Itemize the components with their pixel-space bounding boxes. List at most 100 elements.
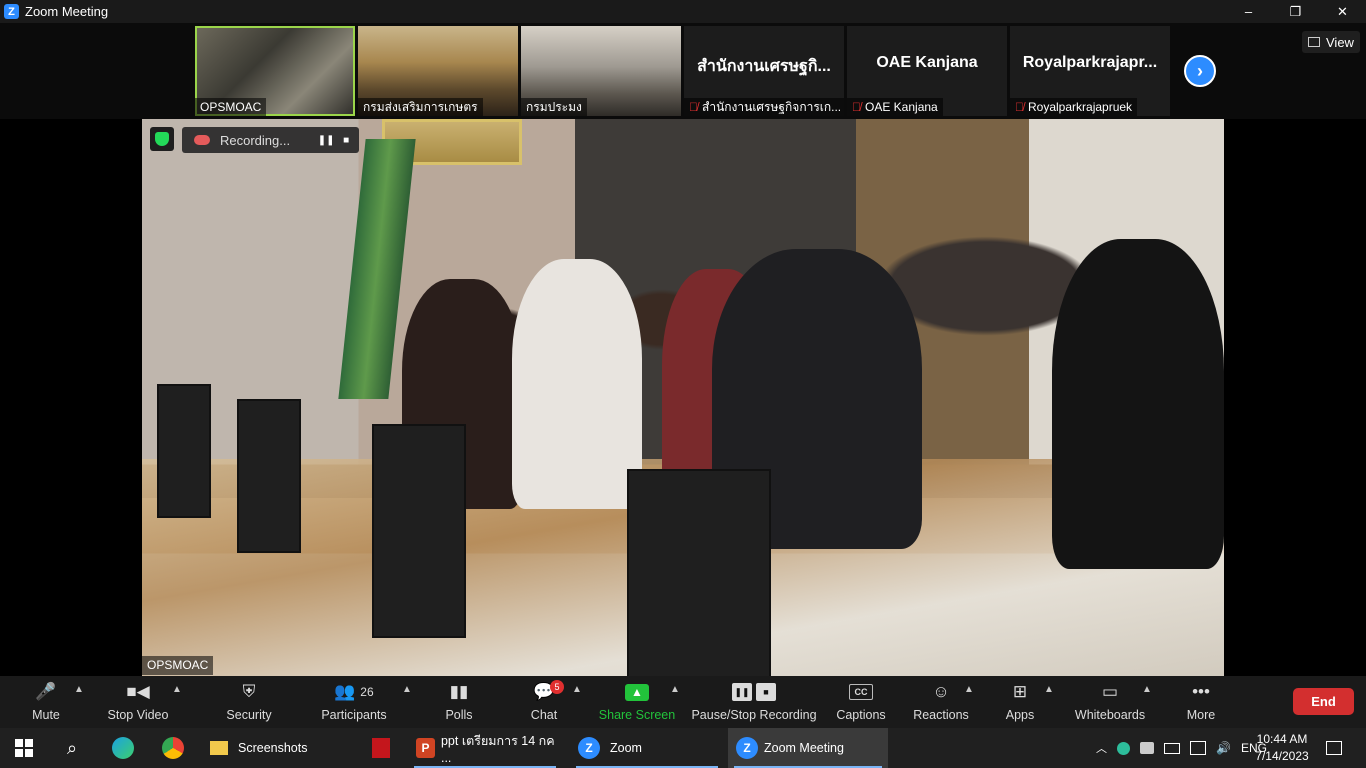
mic-muted-icon: 🎙̸ <box>689 100 698 114</box>
powerpoint-icon: P <box>416 738 435 758</box>
smiley-plus-icon: ☺ <box>932 682 950 701</box>
audio-options-caret-icon[interactable]: ▲ <box>74 684 84 695</box>
window-controls: – ❐ ✕ <box>1225 0 1366 23</box>
more-dots-icon: ••• <box>1192 682 1210 701</box>
apps-options-caret-icon[interactable]: ▲ <box>1044 684 1054 695</box>
video-options-caret-icon[interactable]: ▲ <box>172 684 182 695</box>
share-screen-button[interactable]: ▲ Share Screen <box>599 680 675 726</box>
security-button[interactable]: ⛨ Security <box>224 680 274 726</box>
tray-app-icon[interactable] <box>1117 741 1130 755</box>
participant-display-name: สำนักงานเศรษฐกิ... <box>697 58 831 75</box>
participant-name-bar: 🎙̸ OAE Kanjana <box>847 98 943 116</box>
chevron-up-icon[interactable]: ︿ <box>1096 740 1107 756</box>
view-button[interactable]: View <box>1302 31 1360 53</box>
clock-time: 10:44 AM <box>1256 732 1308 746</box>
mic-muted-icon: 🎙̸ <box>852 100 861 114</box>
microphone-icon: 🎤 <box>35 682 57 701</box>
participant-name: กรมส่งเสริมการเกษตร <box>358 98 483 116</box>
shield-icon: ⛨ <box>242 682 256 701</box>
windows-taskbar: ⌕ Screenshots P ppt เตรียมการ 14 กค ... … <box>0 728 1366 768</box>
stop-video-button[interactable]: ■◀ Stop Video <box>104 680 172 726</box>
view-label: View <box>1326 34 1354 50</box>
title-bar: Z Zoom Meeting – ❐ ✕ <box>0 0 1366 23</box>
chat-tray-icon[interactable] <box>1140 742 1154 754</box>
participant-figure <box>512 259 642 509</box>
stop-recording-icon[interactable]: ■ <box>336 130 356 150</box>
participant-display-name: OAE Kanjana <box>876 54 978 71</box>
participants-icon: 👥 <box>334 682 356 701</box>
participant-figure <box>1052 239 1224 569</box>
system-tray: ︿ 🔊 ENG <box>1096 728 1267 768</box>
pause-icon: ❚❚ <box>732 683 752 701</box>
zoom-icon: Z <box>736 737 758 759</box>
volume-icon[interactable]: 🔊 <box>1216 741 1231 755</box>
participant-strip: OPSMOAC กรมส่งเสริมการเกษตร กรมประมง สำน… <box>0 23 1366 119</box>
bar-chart-icon: ▮▮ <box>449 682 469 701</box>
network-icon[interactable] <box>1190 741 1206 755</box>
next-page-icon[interactable]: › <box>1184 55 1216 87</box>
more-button[interactable]: ••• More <box>1184 680 1218 726</box>
recording-label: Recording... <box>220 132 291 148</box>
whiteboards-button[interactable]: ▭ Whiteboards <box>1074 680 1146 726</box>
end-meeting-button[interactable]: End <box>1293 688 1354 715</box>
window-title: Zoom Meeting <box>25 4 109 19</box>
pause-stop-recording-button[interactable]: ❚❚ ■ Pause/Stop Recording <box>691 680 817 726</box>
apps-icon: ⊞ <box>1012 682 1028 701</box>
taskbar-item-zoom-meeting[interactable]: Z Zoom Meeting <box>728 728 888 768</box>
folder-icon <box>210 741 228 755</box>
chat-unread-badge: 5 <box>550 680 564 694</box>
participants-count: 26 <box>360 685 374 699</box>
stop-icon: ■ <box>756 683 776 701</box>
participant-tile[interactable]: OPSMOAC <box>195 26 355 116</box>
zoom-logo-icon: Z <box>4 4 19 19</box>
share-options-caret-icon[interactable]: ▲ <box>670 684 680 695</box>
desk-monitor <box>372 424 466 638</box>
participant-name: Royalparkrajapruek <box>1028 100 1133 114</box>
taskbar-item-screenshots[interactable]: Screenshots <box>200 728 354 768</box>
chrome-browser-icon[interactable] <box>154 728 192 768</box>
close-button[interactable]: ✕ <box>1319 0 1366 23</box>
restore-button[interactable]: ❐ <box>1272 0 1319 23</box>
participant-tile[interactable]: สำนักงานเศรษฐกิ... 🎙̸ สำนักงานเศรษฐกิจการ… <box>684 26 844 116</box>
reactions-options-caret-icon[interactable]: ▲ <box>964 684 974 695</box>
whiteboard-options-caret-icon[interactable]: ▲ <box>1142 684 1152 695</box>
share-screen-arrow-icon: ▲ <box>625 683 649 701</box>
cloud-recording-icon <box>194 135 210 145</box>
chat-options-caret-icon[interactable]: ▲ <box>572 684 582 695</box>
encryption-shield-icon[interactable] <box>150 127 174 151</box>
windows-logo-icon <box>15 739 33 757</box>
participant-display-name: Royalparkrajapr... <box>1022 54 1158 71</box>
captions-button[interactable]: CC Captions <box>836 680 886 726</box>
taskbar-item-powerpoint[interactable]: P ppt เตรียมการ 14 กค ... <box>408 728 562 768</box>
participant-tile[interactable]: กรมส่งเสริมการเกษตร <box>358 26 518 116</box>
edge-browser-icon[interactable] <box>104 728 142 768</box>
main-video[interactable] <box>142 119 1224 676</box>
system-clock[interactable]: 10:44 AM 7/14/2023 <box>1252 731 1312 765</box>
participant-name: OAE Kanjana <box>865 100 938 114</box>
participants-button[interactable]: 👥 26 Participants <box>321 680 386 726</box>
polls-button[interactable]: ▮▮ Polls <box>444 680 474 726</box>
minimize-button[interactable]: – <box>1225 0 1272 23</box>
participant-tile[interactable]: Royalparkrajapr... 🎙̸ Royalparkrajapruek <box>1010 26 1170 116</box>
zoom-icon: Z <box>578 737 600 759</box>
participants-options-caret-icon[interactable]: ▲ <box>402 684 412 695</box>
search-icon[interactable]: ⌕ <box>54 728 90 768</box>
pause-recording-icon[interactable]: ❚❚ <box>316 130 336 150</box>
notifications-icon[interactable] <box>1326 728 1342 768</box>
participant-tile[interactable]: กรมประมง <box>521 26 681 116</box>
mute-button[interactable]: 🎤 Mute <box>28 680 64 726</box>
taskbar-item-zoom[interactable]: Z Zoom <box>570 728 724 768</box>
desk-monitor <box>237 399 301 553</box>
pdf-reader-icon[interactable] <box>362 728 400 768</box>
closed-captions-icon: CC <box>849 684 873 700</box>
participant-name: สำนักงานเศรษฐกิจการเก... <box>702 100 842 114</box>
whiteboard-icon: ▭ <box>1101 682 1119 701</box>
chat-button[interactable]: 💬 5 Chat <box>528 680 564 726</box>
apps-button[interactable]: ⊞ Apps <box>1004 680 1036 726</box>
battery-icon[interactable] <box>1164 742 1180 754</box>
meeting-toolbar: 🎤 Mute ▲ ■◀ Stop Video ▲ ⛨ Security 👥 26… <box>0 676 1366 728</box>
reactions-button[interactable]: ☺ Reactions <box>913 680 969 726</box>
participant-tile[interactable]: OAE Kanjana 🎙̸ OAE Kanjana <box>847 26 1007 116</box>
start-button[interactable] <box>8 728 40 768</box>
participant-name-bar: 🎙̸ สำนักงานเศรษฐกิจการเก... <box>684 98 844 116</box>
